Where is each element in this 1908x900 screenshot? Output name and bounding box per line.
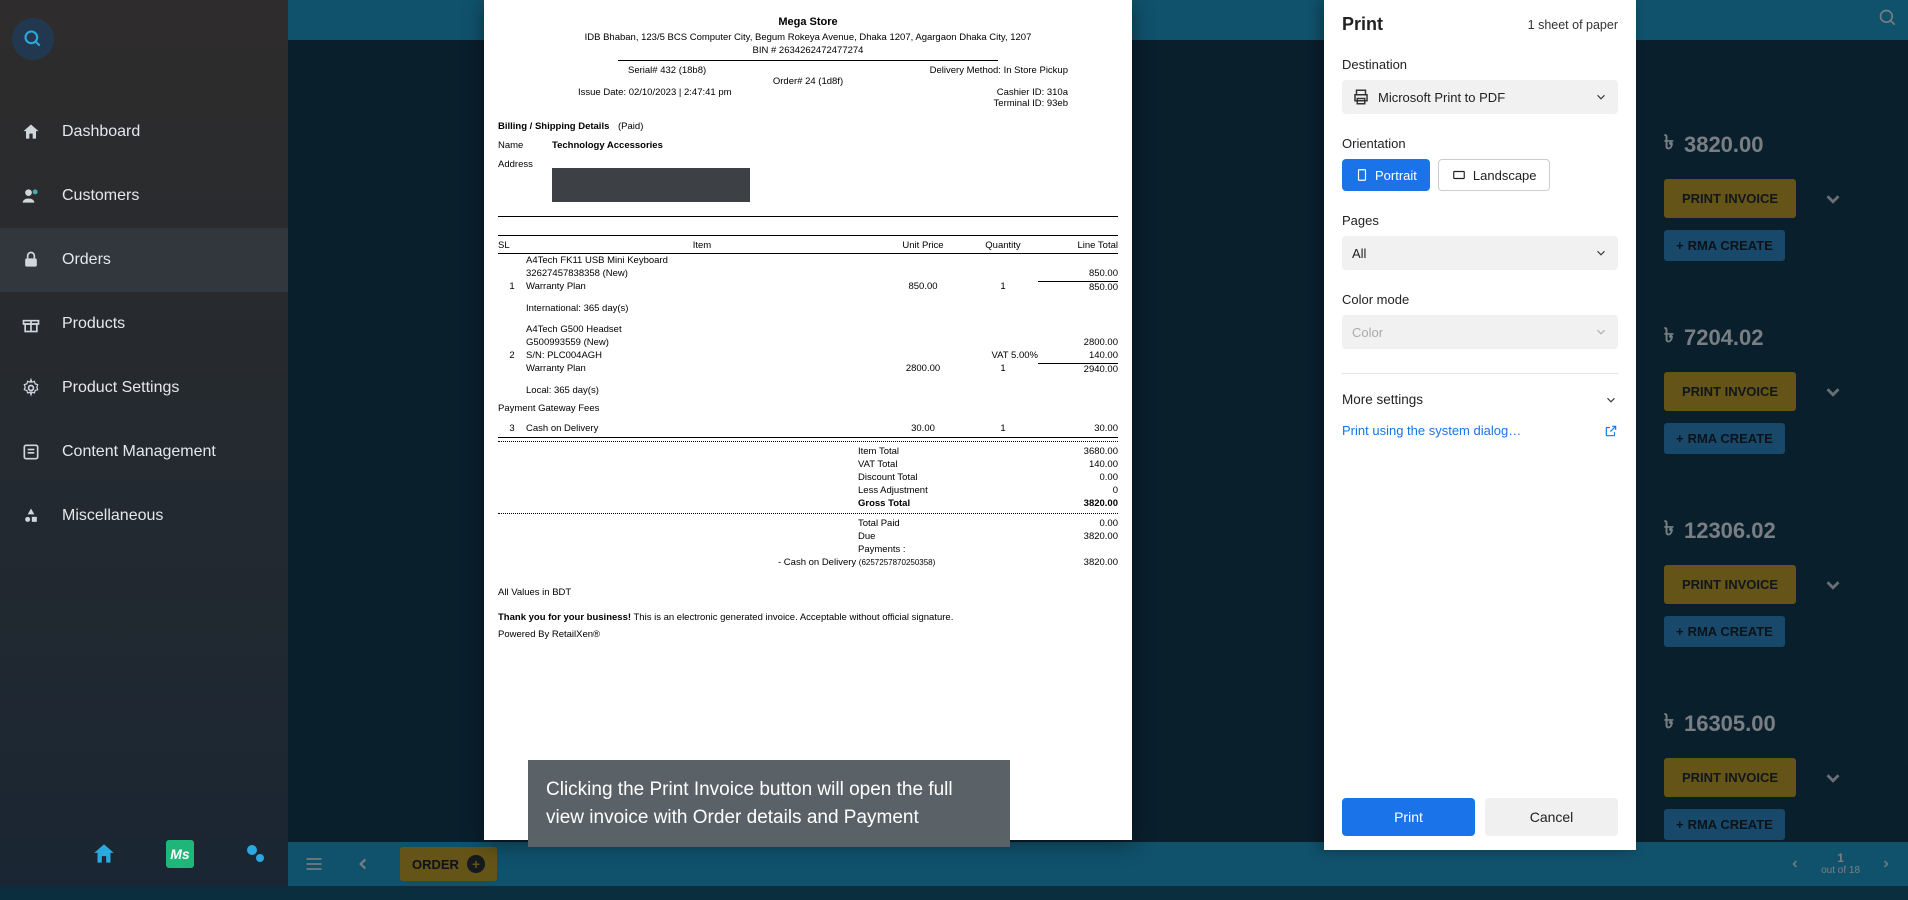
paid-status: (Paid) — [618, 121, 643, 132]
sidebar-item-content-management[interactable]: Content Management — [0, 420, 288, 484]
shapes-icon — [20, 506, 42, 526]
sidebar-item-label: Product Settings — [62, 379, 179, 397]
sidebar-item-label: Products — [62, 315, 125, 333]
landscape-icon — [1451, 168, 1467, 182]
sidebar-item-label: Miscellaneous — [62, 507, 163, 525]
col-unit-price: Unit Price — [878, 240, 968, 251]
destination-label: Destination — [1342, 57, 1618, 72]
col-line-total: Line Total — [1038, 240, 1118, 251]
sidebar-search-button[interactable] — [12, 18, 54, 60]
sidebar-item-products[interactable]: Products — [0, 292, 288, 356]
name-key: Name — [498, 140, 540, 151]
serial: Serial# 432 (18b8) — [628, 65, 706, 76]
sidebar-item-label: Content Management — [62, 443, 216, 461]
home-bottom-icon[interactable] — [90, 840, 118, 868]
pages-select[interactable]: All — [1342, 236, 1618, 270]
address-key: Address — [498, 159, 540, 170]
customer-name: Technology Accessories — [552, 140, 663, 151]
chevron-down-icon — [1594, 90, 1608, 104]
invoice-preview: Mega Store IDB Bhaban, 123/5 BCS Compute… — [484, 0, 1132, 840]
destination-select[interactable]: Microsoft Print to PDF — [1342, 80, 1618, 114]
chevron-down-icon — [1594, 246, 1608, 260]
gear-icon — [20, 378, 42, 398]
sidebar-item-miscellaneous[interactable]: Miscellaneous — [0, 484, 288, 548]
pages-label: Pages — [1342, 213, 1618, 228]
color-mode-select: Color — [1342, 315, 1618, 349]
more-settings[interactable]: More settings — [1342, 373, 1618, 407]
portrait-icon — [1355, 167, 1369, 183]
external-link-icon — [1604, 424, 1618, 438]
address-redacted — [552, 168, 750, 202]
help-tooltip: Clicking the Print Invoice button will o… — [528, 760, 1010, 847]
sidebar-item-product-settings[interactable]: Product Settings — [0, 356, 288, 420]
store-address: IDB Bhaban, 123/5 BCS Computer City, Beg… — [498, 32, 1118, 43]
print-title: Print — [1342, 14, 1383, 35]
print-button[interactable]: Print — [1342, 798, 1475, 836]
color-mode-label: Color mode — [1342, 292, 1618, 307]
store-name: Mega Store — [498, 16, 1118, 28]
order-number: Order# 24 (1d8f) — [498, 76, 1118, 87]
landscape-button[interactable]: Landscape — [1438, 159, 1550, 191]
sidebar-item-orders[interactable]: Orders — [0, 228, 288, 292]
sheet-count: 1 sheet of paper — [1528, 18, 1618, 32]
home-icon — [20, 122, 42, 142]
sidebar-item-label: Dashboard — [62, 123, 140, 141]
issue-date: Issue Date: 02/10/2023 | 2:47:41 pm — [578, 87, 732, 98]
cashier-id: Cashier ID: 310a — [997, 87, 1068, 98]
ms-logo[interactable]: Ms — [166, 840, 194, 868]
col-quantity: Quantity — [968, 240, 1038, 251]
terminal-id: Terminal ID: 93eb — [994, 98, 1068, 109]
settings-bottom-icon[interactable] — [242, 840, 270, 868]
orientation-label: Orientation — [1342, 136, 1618, 151]
user-icon — [20, 186, 42, 206]
chevron-down-icon — [1594, 325, 1608, 339]
sidebar-item-customers[interactable]: Customers — [0, 164, 288, 228]
powered-by: Powered By RetailXen® — [498, 629, 1118, 640]
sidebar-item-label: Customers — [62, 187, 139, 205]
doc-icon — [20, 442, 42, 462]
gift-icon — [20, 314, 42, 334]
chevron-down-icon — [1604, 393, 1618, 407]
print-dialog: Print 1 sheet of paper Destination Micro… — [1324, 0, 1636, 850]
all-values: All Values in BDT — [498, 587, 1118, 598]
sidebar-item-label: Orders — [62, 251, 111, 269]
system-dialog-link[interactable]: Print using the system dialog… — [1342, 423, 1618, 438]
col-item: Item — [526, 240, 878, 251]
bin: BIN # 2634262472477274 — [498, 45, 1118, 56]
delivery-method: Delivery Method: In Store Pickup — [930, 65, 1068, 76]
gateway-fees-label: Payment Gateway Fees — [498, 403, 1118, 414]
sidebar: Dashboard Customers Orders Products Prod… — [0, 0, 288, 886]
lock-icon — [20, 250, 42, 270]
billing-label: Billing / Shipping Details — [498, 121, 609, 132]
portrait-button[interactable]: Portrait — [1342, 159, 1430, 191]
cancel-button[interactable]: Cancel — [1485, 798, 1618, 836]
printer-icon — [1352, 88, 1370, 106]
sidebar-item-dashboard[interactable]: Dashboard — [0, 100, 288, 164]
col-sl: SL — [498, 240, 526, 251]
